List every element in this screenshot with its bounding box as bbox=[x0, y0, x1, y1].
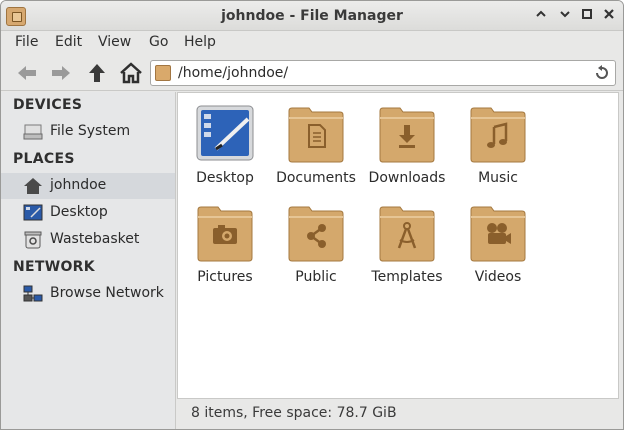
status-bar: 8 items, Free space: 78.7 GiB bbox=[177, 399, 623, 429]
close-button[interactable] bbox=[601, 8, 617, 24]
maximize-icon bbox=[582, 9, 592, 19]
sidebar-item-file-system[interactable]: File System bbox=[1, 119, 175, 145]
folder-documents-icon bbox=[288, 107, 344, 163]
file-item-documents[interactable]: Documents bbox=[271, 93, 361, 188]
file-item-label: Pictures bbox=[197, 269, 253, 285]
home-button[interactable] bbox=[117, 60, 145, 86]
desktop-icon bbox=[196, 105, 254, 161]
menu-view[interactable]: View bbox=[98, 34, 131, 50]
file-item-downloads[interactable]: Downloads bbox=[362, 93, 452, 188]
chevron-down-icon bbox=[560, 11, 570, 18]
arrow-right-icon bbox=[52, 66, 70, 80]
folder-pictures-icon bbox=[197, 206, 253, 262]
file-item-label: Documents bbox=[276, 170, 356, 186]
folder-public-icon bbox=[288, 206, 344, 262]
file-item-label: Videos bbox=[474, 269, 522, 285]
arrow-up-icon bbox=[89, 64, 105, 82]
forward-button[interactable] bbox=[47, 60, 75, 86]
home-icon bbox=[120, 62, 142, 84]
minimize-button[interactable] bbox=[557, 8, 573, 24]
folder-templates-icon bbox=[379, 206, 435, 262]
sidebar-item-johndoe[interactable]: johndoe bbox=[1, 173, 175, 199]
section-places: PLACES bbox=[13, 151, 75, 167]
file-item-public[interactable]: Public bbox=[271, 192, 361, 287]
file-item-desktop[interactable]: Desktop bbox=[180, 93, 270, 188]
file-item-label: Public bbox=[295, 269, 337, 285]
file-item-pictures[interactable]: Pictures bbox=[180, 192, 270, 287]
close-icon bbox=[604, 9, 614, 19]
file-item-templates[interactable]: Templates bbox=[362, 192, 452, 287]
parent-folder-button[interactable] bbox=[83, 60, 111, 86]
menu-help[interactable]: Help bbox=[184, 34, 216, 50]
chevron-up-icon bbox=[536, 10, 546, 17]
arrow-left-icon bbox=[18, 66, 36, 80]
sidebar-item-label: Wastebasket bbox=[50, 231, 140, 247]
home-folder-icon bbox=[155, 65, 171, 81]
refresh-icon[interactable] bbox=[593, 64, 611, 82]
sidebar-item-label: Desktop bbox=[50, 204, 108, 220]
file-item-videos[interactable]: Videos bbox=[453, 192, 543, 287]
menu-file[interactable]: File bbox=[15, 34, 38, 50]
file-view[interactable]: Desktop Documents Downloads Music Pictur… bbox=[177, 92, 619, 399]
sidebar-item-desktop[interactable]: Desktop bbox=[1, 200, 175, 226]
sidebar-item-label: Browse Network bbox=[50, 285, 164, 301]
sidebar-item-label: johndoe bbox=[50, 177, 107, 193]
shade-up-button[interactable] bbox=[533, 8, 549, 24]
network-icon bbox=[23, 285, 43, 302]
file-item-label: Templates bbox=[371, 269, 443, 285]
location-path[interactable]: /home/johndoe/ bbox=[178, 65, 288, 81]
section-network: NETWORK bbox=[13, 259, 95, 275]
sidebar: DEVICES File System PLACES johndoe Deskt… bbox=[1, 92, 176, 429]
file-item-label: Music bbox=[478, 170, 518, 186]
file-manager-window: johndoe - File Manager File Edit View Go… bbox=[0, 0, 624, 430]
drive-icon bbox=[23, 124, 43, 140]
status-text: 8 items, Free space: 78.7 GiB bbox=[191, 405, 397, 421]
menu-bar: File Edit View Go Help bbox=[1, 31, 623, 55]
file-item-label: Desktop bbox=[196, 170, 254, 186]
toolbar: /home/johndoe/ bbox=[1, 55, 623, 91]
sidebar-item-label: File System bbox=[50, 123, 131, 139]
sidebar-item-wastebasket[interactable]: Wastebasket bbox=[1, 227, 175, 253]
sidebar-item-browse-network[interactable]: Browse Network bbox=[1, 281, 175, 307]
file-item-label: Downloads bbox=[368, 170, 446, 186]
file-item-music[interactable]: Music bbox=[453, 93, 543, 188]
menu-go[interactable]: Go bbox=[149, 34, 168, 50]
desktop-icon bbox=[23, 204, 43, 221]
location-bar[interactable]: /home/johndoe/ bbox=[150, 60, 616, 86]
trash-icon bbox=[24, 231, 42, 249]
folder-videos-icon bbox=[470, 206, 526, 262]
section-devices: DEVICES bbox=[13, 97, 83, 113]
window-title: johndoe - File Manager bbox=[221, 8, 403, 24]
maximize-button[interactable] bbox=[579, 8, 595, 24]
menu-edit[interactable]: Edit bbox=[55, 34, 82, 50]
title-bar[interactable]: johndoe - File Manager bbox=[1, 1, 623, 31]
back-button[interactable] bbox=[13, 60, 41, 86]
home-icon bbox=[24, 178, 42, 194]
folder-music-icon bbox=[470, 107, 526, 163]
folder-downloads-icon bbox=[379, 107, 435, 163]
